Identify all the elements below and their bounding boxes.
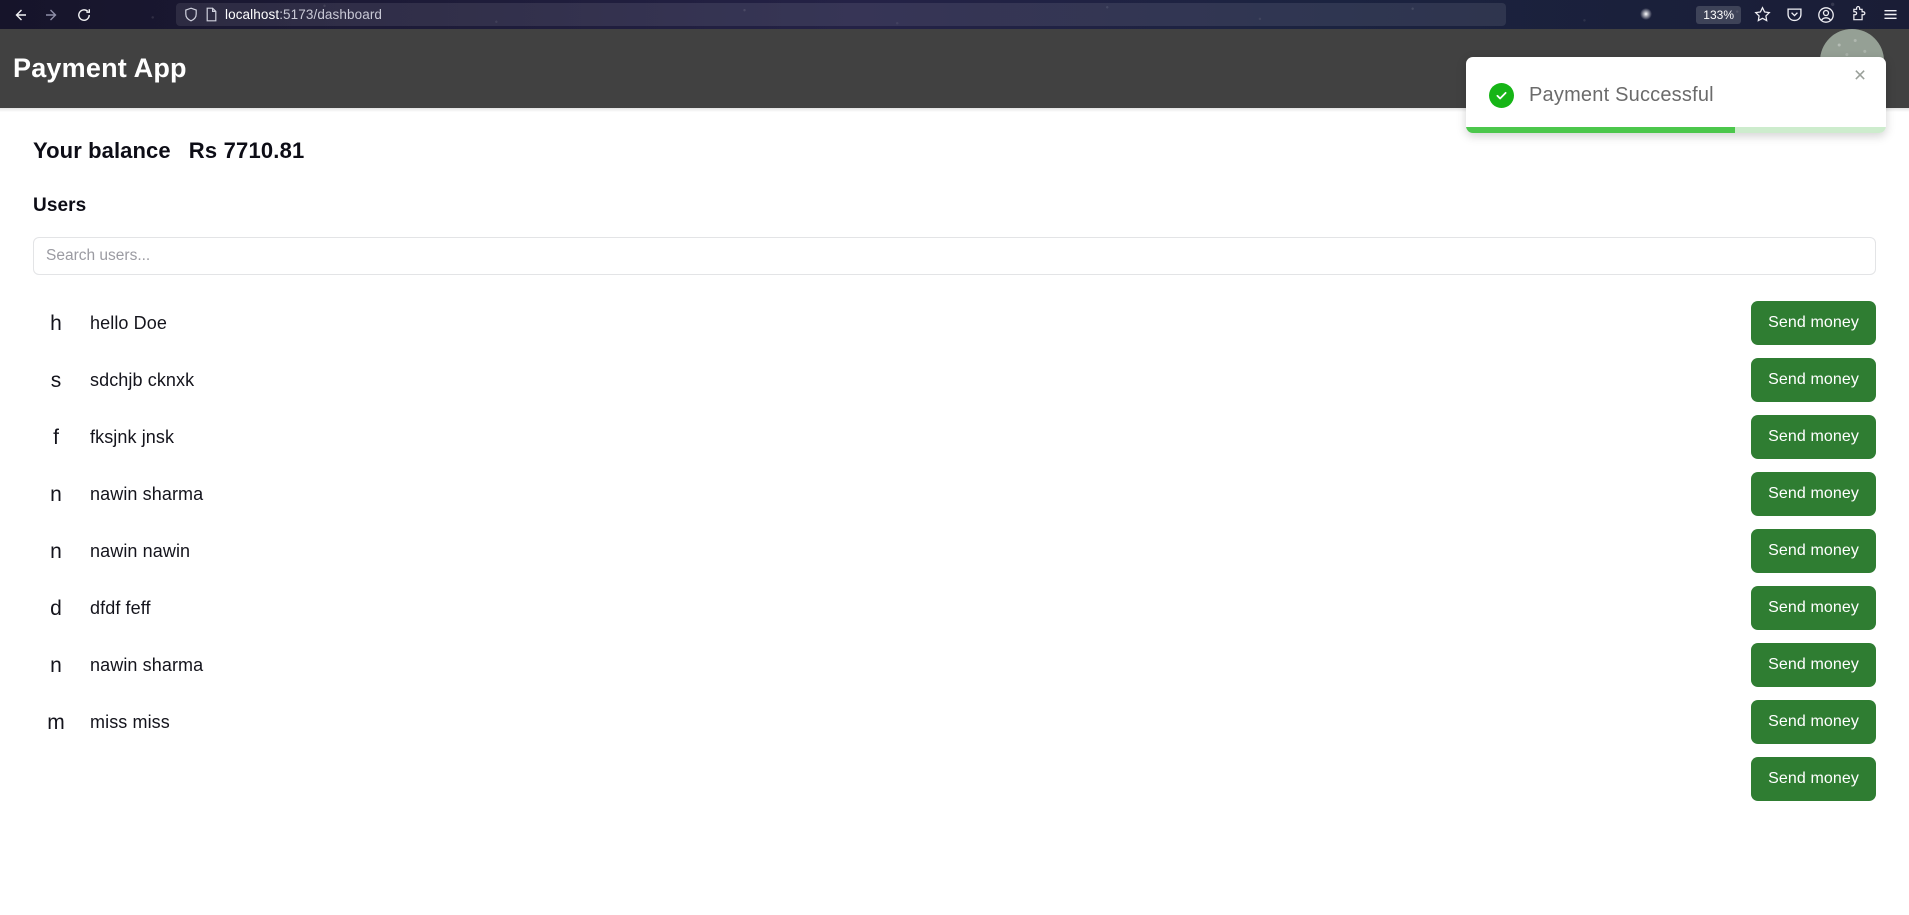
send-money-button[interactable]: Send money — [1751, 301, 1876, 345]
user-row: d dfdf feff Send money — [33, 580, 1876, 637]
user-name: nawin nawin — [90, 541, 191, 561]
user-initial: d — [50, 597, 62, 620]
user-initial: s — [50, 369, 62, 392]
back-arrow-icon[interactable] — [4, 2, 36, 28]
star-icon[interactable] — [1747, 2, 1777, 28]
user-row: m miss miss Send money — [33, 694, 1876, 751]
main-content: Your balance Rs 7710.81 Users h hello Doe… — [0, 112, 1909, 808]
search-input[interactable] — [33, 237, 1876, 275]
send-money-button[interactable]: Send money — [1751, 757, 1876, 801]
reload-icon[interactable] — [68, 2, 100, 28]
user-initial: f — [53, 426, 59, 449]
browser-toolbar: localhost:5173/dashboard 133% — [0, 0, 1909, 29]
toast-notification: Payment Successful × — [1466, 57, 1886, 133]
account-circle-icon[interactable] — [1811, 2, 1841, 28]
balance-value: Rs 7710.81 — [188, 138, 305, 163]
url-path: :5173/dashboard — [279, 7, 383, 22]
pocket-icon[interactable] — [1779, 2, 1809, 28]
user-name: miss miss — [90, 712, 170, 732]
user-row: f fksjnk jnsk Send money — [33, 409, 1876, 466]
send-money-button[interactable]: Send money — [1751, 700, 1876, 744]
app-title: Payment App — [13, 53, 187, 83]
user-initial: n — [50, 654, 62, 677]
user-initial: h — [50, 312, 62, 335]
close-icon[interactable]: × — [1846, 61, 1874, 89]
shield-icon — [184, 7, 198, 22]
user-list: h hello Doe Send money s sdchjb cknxk Send mo… — [0, 295, 1909, 808]
extensions-puzzle-icon[interactable] — [1843, 2, 1873, 28]
user-row: n nawin nawin Send money — [33, 523, 1876, 580]
browser-nav-buttons — [0, 2, 100, 28]
user-row: Send money — [33, 751, 1876, 808]
send-money-button[interactable]: Send money — [1751, 358, 1876, 402]
forward-arrow-icon[interactable] — [36, 2, 68, 28]
user-name: nawin sharma — [90, 655, 204, 675]
toast-progress-track — [1466, 127, 1886, 133]
toast-message: Payment Successful — [1529, 83, 1714, 106]
url-host: localhost — [225, 7, 280, 22]
send-money-button[interactable]: Send money — [1751, 529, 1876, 573]
send-money-button[interactable]: Send money — [1751, 643, 1876, 687]
user-name: nawin sharma — [90, 484, 204, 504]
url-text: localhost:5173/dashboard — [225, 7, 382, 22]
hamburger-menu-icon[interactable] — [1875, 2, 1905, 28]
user-name: sdchjb cknxk — [90, 370, 195, 390]
user-initial: m — [47, 711, 65, 734]
user-name: dfdf feff — [90, 598, 151, 618]
user-initial: n — [50, 483, 62, 506]
user-name: hello Doe — [90, 313, 167, 333]
user-row: s sdchjb cknxk Send money — [33, 352, 1876, 409]
send-money-button[interactable]: Send money — [1751, 586, 1876, 630]
user-row: n nawin sharma Send money — [33, 637, 1876, 694]
toast-progress-fill — [1466, 127, 1735, 133]
check-circle-icon — [1489, 82, 1514, 108]
user-name: fksjnk jnsk — [90, 427, 175, 447]
user-initial: n — [50, 540, 62, 563]
search-wrap — [0, 217, 1909, 275]
send-money-button[interactable]: Send money — [1751, 472, 1876, 516]
decorative-sparkle — [1640, 8, 1652, 20]
user-row: n nawin sharma Send money — [33, 466, 1876, 523]
users-heading: Users — [33, 195, 87, 216]
browser-toolbar-right: 133% — [1696, 0, 1905, 29]
page-document-icon — [205, 7, 218, 22]
send-money-button[interactable]: Send money — [1751, 415, 1876, 459]
user-row: h hello Doe Send money — [33, 295, 1876, 352]
address-bar[interactable]: localhost:5173/dashboard — [176, 3, 1506, 26]
zoom-level-badge[interactable]: 133% — [1696, 5, 1741, 24]
balance-label: Your balance — [33, 138, 171, 163]
